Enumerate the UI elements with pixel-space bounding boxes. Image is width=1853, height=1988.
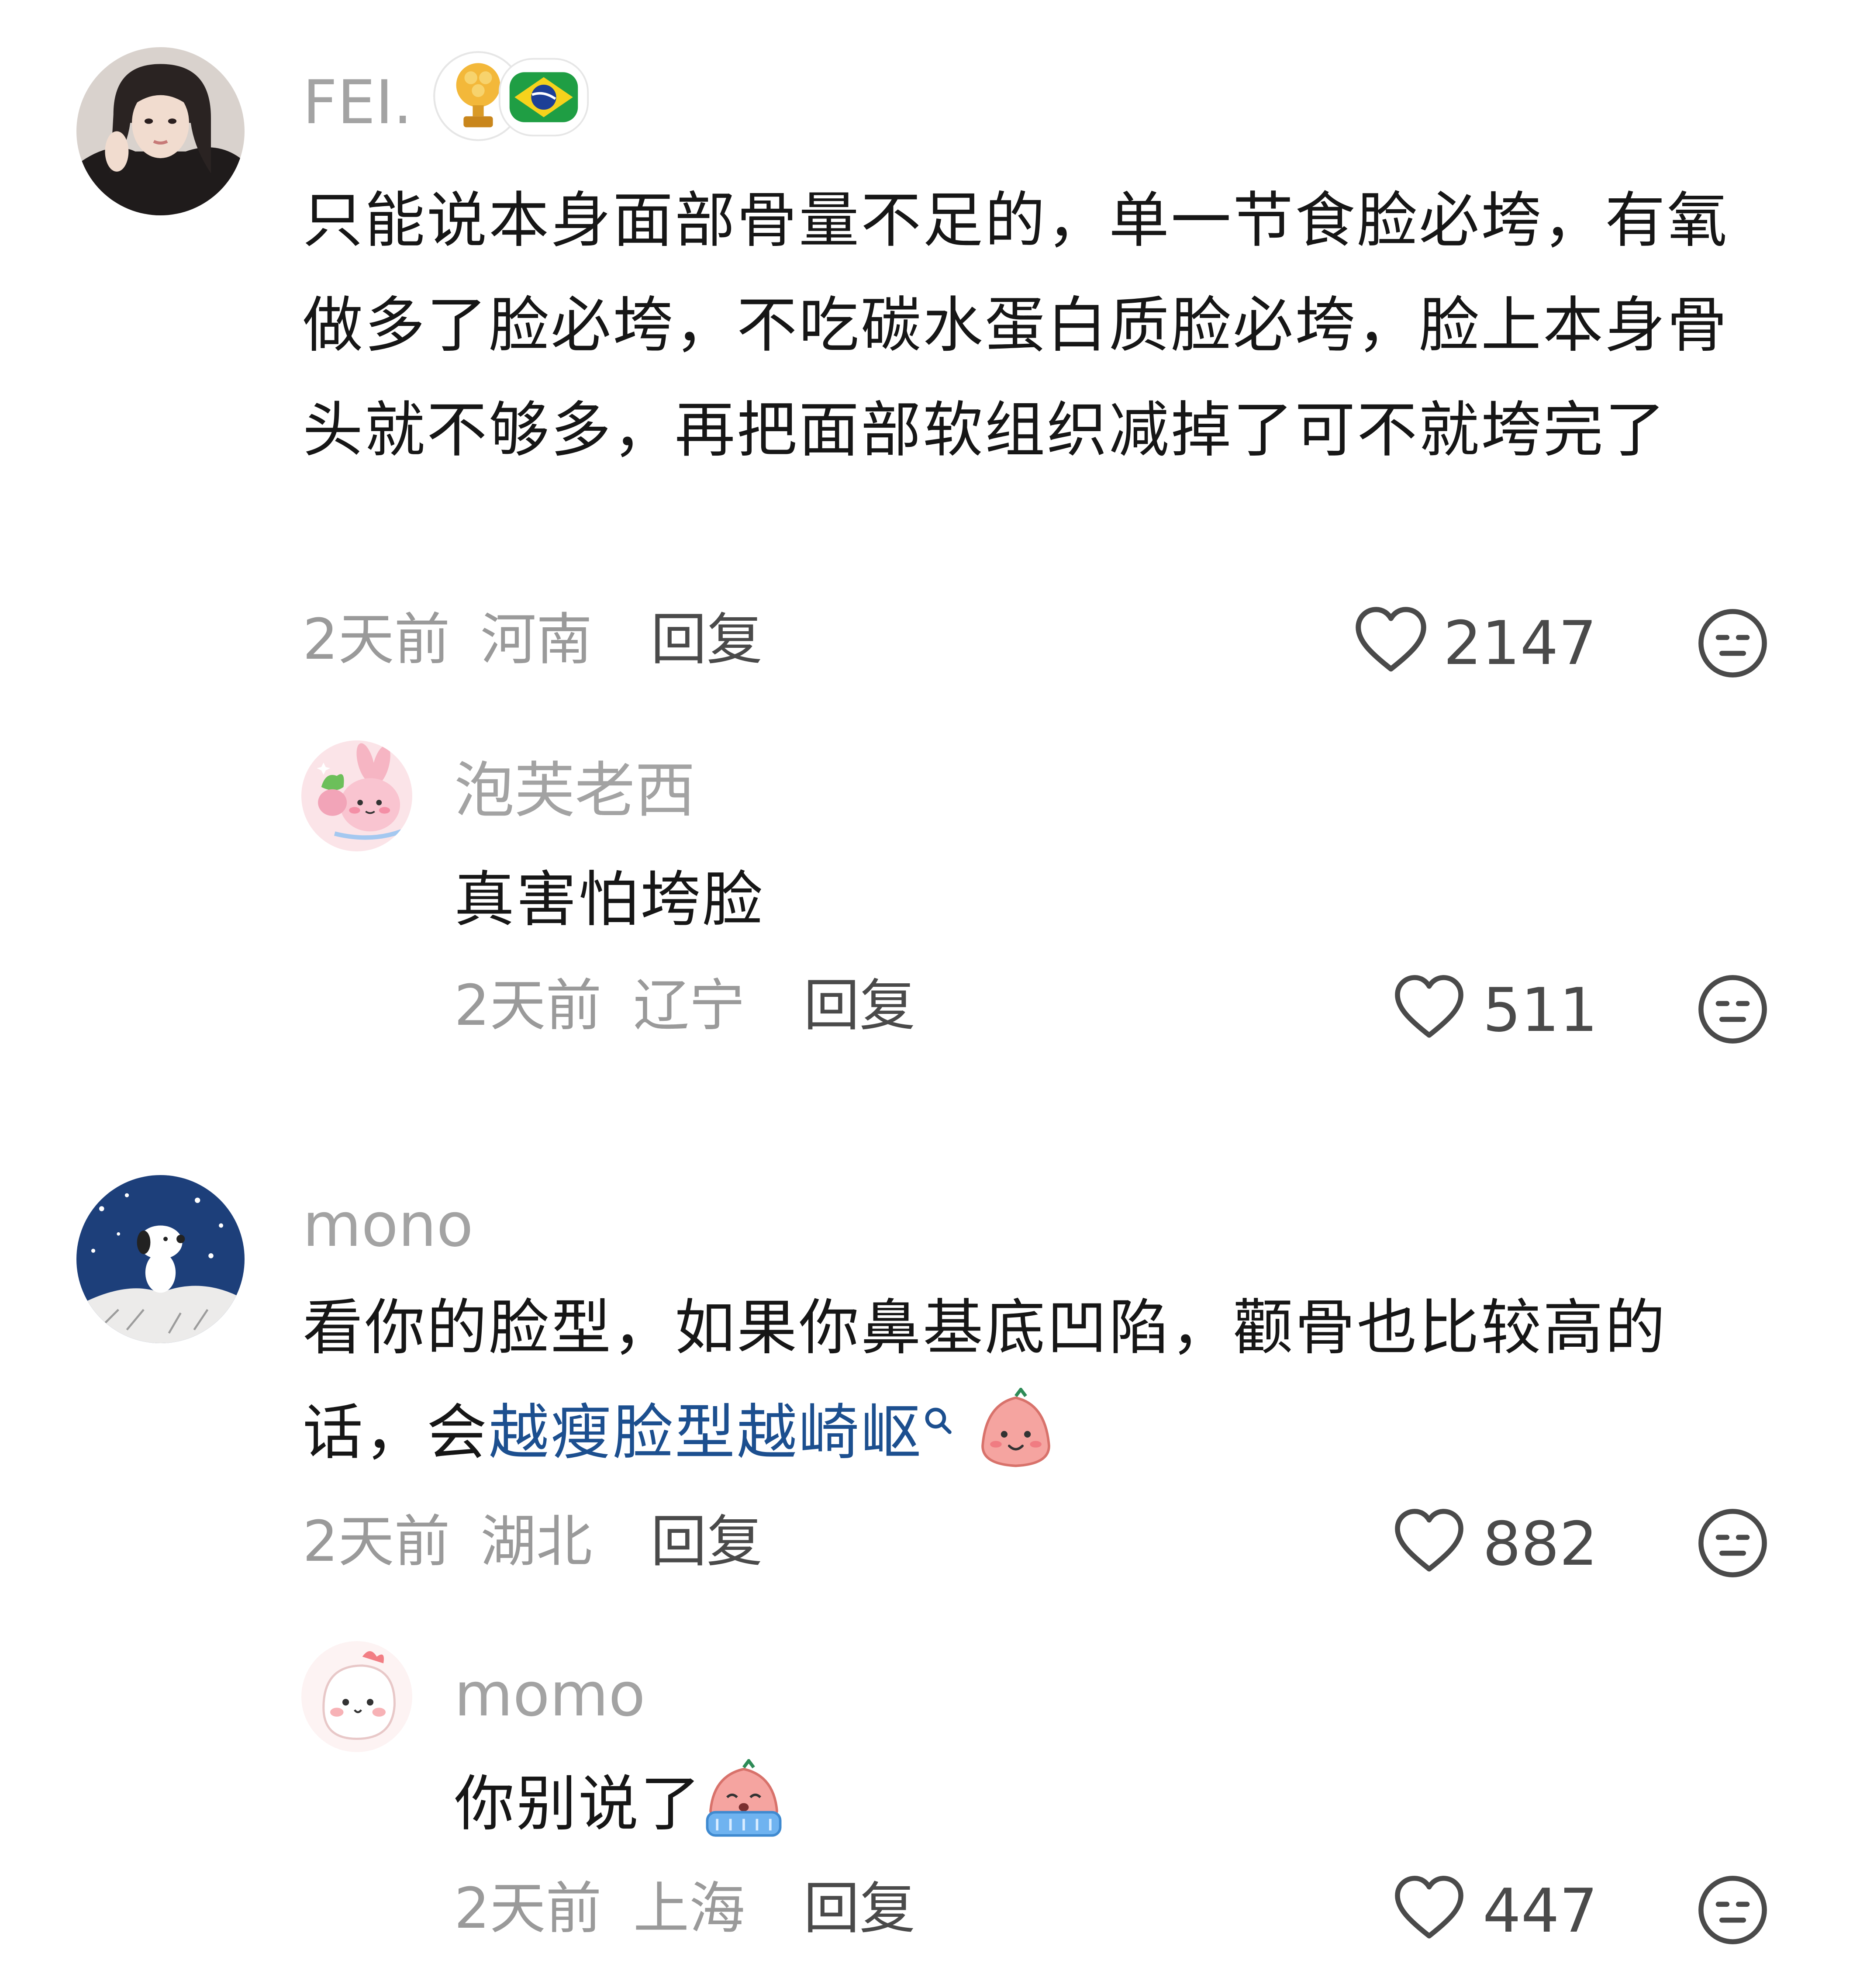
- comment-location: 河南: [480, 607, 593, 672]
- topic-link[interactable]: 越瘦脸型越崎岖: [489, 1397, 923, 1468]
- like-count: 447: [1483, 1876, 1598, 1946]
- search-icon[interactable]: [923, 1405, 953, 1436]
- reply-button[interactable]: 回复: [804, 1876, 915, 1942]
- reply-button[interactable]: 回复: [651, 607, 763, 673]
- avatar-fei[interactable]: [76, 47, 245, 215]
- reply-text: 你别说了: [454, 1752, 785, 1857]
- brazil-flag-badge-icon: [498, 57, 590, 138]
- comment-time: 2天前: [303, 607, 450, 672]
- heart-outline-icon[interactable]: [1393, 1874, 1465, 1942]
- avatar-mono[interactable]: [76, 1175, 245, 1343]
- reply-text: 真害怕垮脸: [454, 864, 765, 935]
- comment-text: 看你的脸型，如果你鼻基底凹陷，颧骨也比较高的话，会越瘦脸型越崎岖: [303, 1276, 1761, 1485]
- heart-outline-icon[interactable]: [1354, 605, 1428, 675]
- neutral-face-icon[interactable]: [1697, 1507, 1769, 1579]
- like-count: 882: [1483, 1509, 1598, 1579]
- comment-text: 只能说本身面部骨量不足的，单一节食脸必垮，有氧做多了脸必垮，不吃碳水蛋白质脸必垮…: [303, 185, 1729, 465]
- comment-location: 湖北: [480, 1509, 593, 1574]
- comment-time: 2天前: [454, 973, 602, 1038]
- avatar-paofu[interactable]: [301, 740, 412, 851]
- comment-time: 2天前: [454, 1876, 602, 1941]
- heart-outline-icon[interactable]: [1393, 1507, 1465, 1575]
- comment-time: 2天前: [303, 1509, 450, 1574]
- comment-location: 上海: [633, 1876, 745, 1941]
- comment-location: 辽宁: [633, 973, 745, 1038]
- smiling-peach-emoji-icon: [974, 1388, 1057, 1471]
- heart-outline-icon[interactable]: [1393, 973, 1465, 1041]
- neutral-face-icon[interactable]: [1697, 607, 1769, 679]
- neutral-face-icon[interactable]: [1697, 1874, 1769, 1946]
- username[interactable]: FEI.: [303, 70, 412, 135]
- username[interactable]: 泡芙老西: [454, 758, 695, 823]
- crying-peach-emoji-icon: [702, 1759, 785, 1842]
- like-count: 2147: [1443, 608, 1597, 678]
- avatar-momo[interactable]: [301, 1641, 412, 1752]
- reply-button[interactable]: 回复: [651, 1509, 763, 1575]
- reply-text-content: 你别说了: [454, 1769, 703, 1839]
- like-count: 511: [1483, 975, 1598, 1045]
- username[interactable]: momo: [454, 1662, 645, 1728]
- reply-button[interactable]: 回复: [804, 973, 915, 1039]
- neutral-face-icon[interactable]: [1697, 973, 1769, 1045]
- username[interactable]: mono: [303, 1193, 473, 1258]
